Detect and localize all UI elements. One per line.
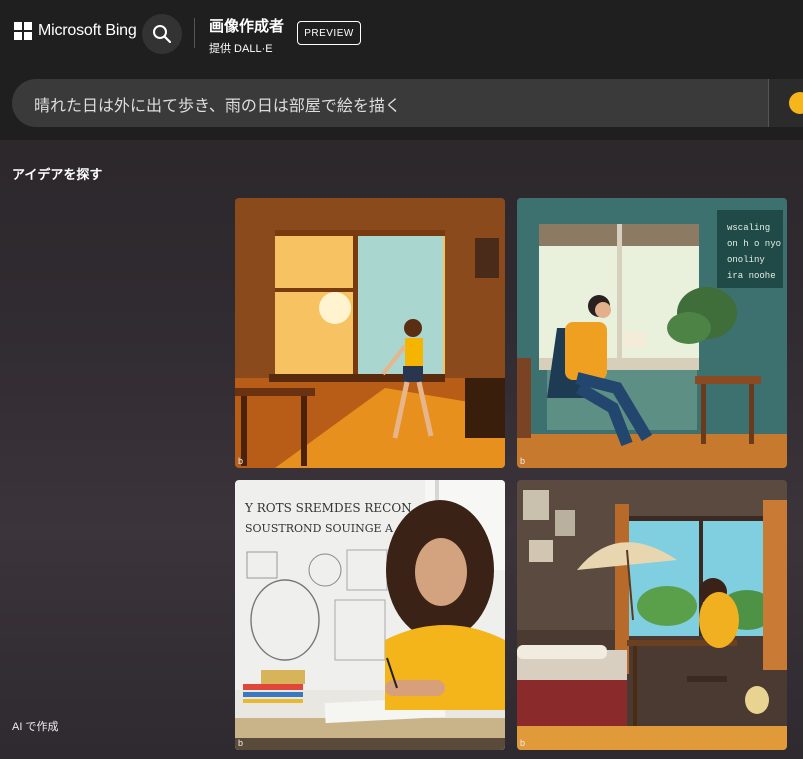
- image-tile-4[interactable]: b: [517, 480, 787, 750]
- preview-badge: PREVIEW: [297, 21, 361, 45]
- header-divider: [194, 18, 195, 48]
- brand-name: Microsoft Bing: [38, 22, 137, 39]
- bing-logo[interactable]: Microsoft Bing: [14, 22, 137, 40]
- product-title: 画像作成者: [209, 18, 285, 35]
- ai-created-label: AI で作成: [12, 721, 59, 733]
- sketch-wall-text-1: Y ROTS SREMDES RECON: [244, 501, 412, 515]
- product-subtitle: 提供 DALL·E: [209, 43, 273, 55]
- create-button[interactable]: [768, 79, 803, 127]
- image-watermark: b: [238, 738, 244, 748]
- image-tile-3[interactable]: Y ROTS SREMDES RECON SOUSTROND SOUINGE A…: [235, 480, 505, 750]
- sketch-wall-text-2: SOUSTROND SOUINGE A: [245, 522, 394, 535]
- product-title-block: 画像作成者 提供 DALL·E: [209, 15, 284, 56]
- microsoft-logo-icon: [14, 22, 32, 40]
- search-button[interactable]: [142, 14, 182, 54]
- chalkboard-text-2: on h o nyo: [727, 239, 781, 249]
- image-tile-1[interactable]: b: [235, 198, 505, 468]
- image-watermark: b: [520, 456, 526, 466]
- chalkboard-text-3: onoliny: [727, 255, 765, 265]
- explore-heading: アイデアを探す: [12, 167, 103, 182]
- image-tile-2[interactable]: wscaling on h o nyo onoliny ira noohe b: [517, 198, 787, 468]
- chalkboard-text-1: wscaling: [727, 223, 770, 233]
- image-watermark: b: [520, 738, 526, 748]
- chalkboard-text-4: ira noohe: [727, 271, 776, 281]
- prompt-text: 晴れた日は外に出て歩き、雨の日は部屋で絵を描く: [34, 98, 401, 115]
- boost-coin-icon: [789, 92, 803, 114]
- image-watermark: b: [238, 456, 244, 466]
- search-icon: [153, 25, 172, 44]
- prompt-input[interactable]: 晴れた日は外に出て歩き、雨の日は部屋で絵を描く: [12, 79, 772, 127]
